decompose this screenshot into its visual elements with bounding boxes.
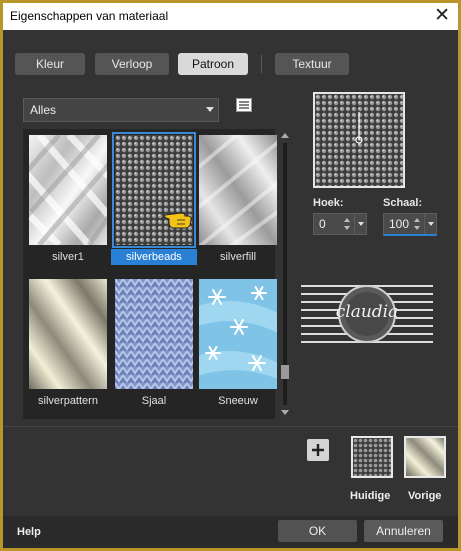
list-view-icon[interactable] bbox=[236, 98, 252, 112]
scale-label: Schaal: bbox=[383, 197, 423, 209]
window-title: Eigenschappen van materiaal bbox=[10, 9, 169, 23]
pattern-grid: silver1 silverbeads silverfill silverpat… bbox=[23, 129, 277, 419]
previous-swatch[interactable] bbox=[404, 436, 446, 478]
pattern-tile-silverbeads[interactable]: silverbeads bbox=[111, 132, 197, 265]
scale-value: 100 bbox=[389, 217, 410, 231]
title-bar[interactable]: Eigenschappen van materiaal ✕ bbox=[3, 3, 458, 30]
ok-button[interactable]: OK bbox=[278, 520, 357, 542]
pattern-tile-sjaal[interactable]: Sjaal bbox=[115, 279, 193, 407]
sneeuw-swatch bbox=[199, 279, 277, 389]
add-pattern-icon[interactable] bbox=[307, 439, 329, 461]
pattern-label: silverfill bbox=[219, 251, 257, 263]
tab-textuur[interactable]: Textuur bbox=[275, 53, 349, 75]
angle-label: Hoek: bbox=[313, 197, 344, 209]
silver1-swatch bbox=[29, 135, 107, 245]
current-swatch[interactable] bbox=[351, 436, 393, 478]
pattern-scrollbar[interactable] bbox=[279, 129, 291, 419]
watermark-text: claudia bbox=[335, 302, 399, 322]
category-selected: Alles bbox=[30, 103, 57, 117]
pattern-label: Sneeuw bbox=[218, 395, 258, 407]
chevron-down-icon[interactable] bbox=[424, 214, 437, 234]
scroll-thumb[interactable] bbox=[281, 365, 289, 379]
divider bbox=[3, 426, 458, 427]
help-link[interactable]: Help bbox=[17, 526, 41, 538]
tab-divider bbox=[261, 55, 262, 73]
pattern-tile-silver1[interactable]: silver1 bbox=[29, 135, 107, 263]
sjaal-swatch bbox=[115, 279, 193, 389]
close-icon[interactable]: ✕ bbox=[434, 4, 450, 27]
pattern-tile-sneeuw[interactable]: Sneeuw bbox=[199, 279, 277, 407]
angle-spinbox[interactable]: 0 bbox=[313, 213, 367, 235]
watermark-logo: claudia bbox=[301, 280, 433, 348]
current-label: Huidige bbox=[350, 490, 391, 502]
pattern-tile-silverpattern[interactable]: silverpattern bbox=[29, 279, 107, 407]
tab-kleur[interactable]: Kleur bbox=[15, 53, 85, 75]
spin-arrows-icon[interactable] bbox=[342, 214, 352, 234]
hand-pointer-icon bbox=[163, 212, 192, 229]
angle-value: 0 bbox=[319, 217, 326, 231]
pattern-label: silver1 bbox=[52, 251, 84, 263]
pattern-tile-silverfill[interactable]: silverfill bbox=[199, 135, 277, 263]
scale-spinbox[interactable]: 100 bbox=[383, 213, 437, 236]
chevron-down-icon[interactable] bbox=[354, 214, 367, 234]
chevron-down-icon bbox=[206, 107, 214, 112]
scroll-down-icon[interactable] bbox=[281, 410, 289, 415]
pattern-label: Sjaal bbox=[141, 395, 167, 407]
spin-arrows-icon[interactable] bbox=[412, 214, 422, 234]
dialog-window: Eigenschappen van materiaal ✕ Kleur Verl… bbox=[0, 0, 461, 551]
tab-patroon[interactable]: Patroon bbox=[178, 53, 248, 75]
pattern-label: silverpattern bbox=[38, 395, 98, 407]
dialog-body: Kleur Verloop Patroon Textuur Alles silv… bbox=[3, 30, 458, 548]
silverpattern-swatch bbox=[29, 279, 107, 389]
silverfill-swatch bbox=[199, 135, 277, 245]
previous-label: Vorige bbox=[408, 490, 442, 502]
tab-verloop[interactable]: Verloop bbox=[95, 53, 169, 75]
pattern-preview[interactable] bbox=[313, 92, 405, 188]
scroll-up-icon[interactable] bbox=[281, 133, 289, 138]
category-dropdown[interactable]: Alles bbox=[23, 98, 219, 122]
pattern-label: silverbeads bbox=[111, 249, 197, 265]
cancel-button[interactable]: Annuleren bbox=[364, 520, 443, 542]
